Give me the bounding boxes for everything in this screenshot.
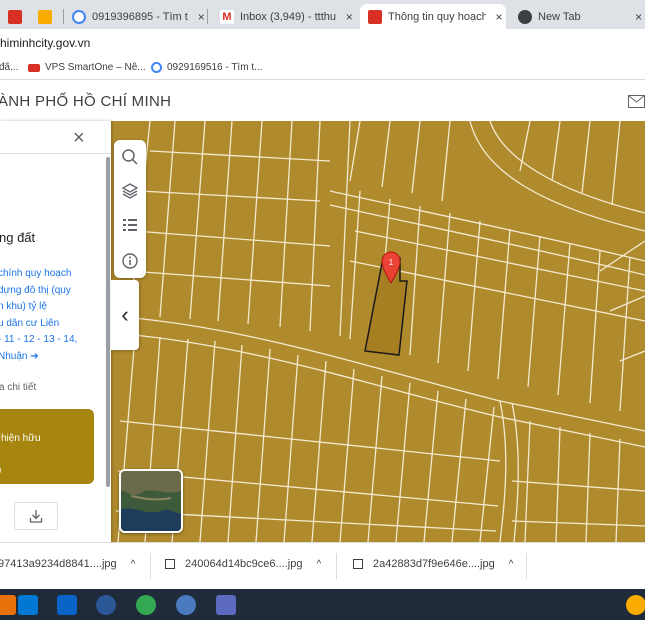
- planning-link-line[interactable]: - 11 - 12 - 13 - 14,: [0, 332, 102, 349]
- page-title: ÀNH PHỐ HỒ CHÍ MINH: [0, 93, 172, 110]
- image-file-icon: [353, 559, 363, 569]
- address-bar[interactable]: himinhcity.gov.vn: [0, 29, 645, 56]
- browser-app-icon[interactable]: [96, 595, 116, 615]
- search-button[interactable]: [114, 140, 146, 174]
- planning-link-line[interactable]: u dân cư Liên: [0, 316, 102, 333]
- weather-icon[interactable]: [626, 595, 645, 615]
- tab-gmail-inbox[interactable]: M Inbox (3,949) - ttthu.b ×: [214, 4, 356, 29]
- pinned-app-icon: [8, 9, 22, 24]
- download-button[interactable]: [14, 502, 58, 530]
- planning-link-line[interactable]: n khu) tỷ lệ: [0, 299, 102, 316]
- panel-divider: [0, 153, 111, 154]
- tab-close-icon[interactable]: ×: [632, 10, 645, 24]
- search-icon: [122, 149, 138, 165]
- url-text[interactable]: himinhcity.gov.vn: [0, 36, 90, 50]
- tab-close-icon[interactable]: ×: [342, 10, 356, 24]
- bookmark-item[interactable]: đã...: [0, 62, 18, 73]
- satellite-minimap[interactable]: [119, 469, 183, 533]
- satellite-thumbnail: [121, 471, 181, 531]
- download-shelf: 97413a9234d8841....jpg ^ 240064d14bc9ce6…: [0, 542, 645, 589]
- tab-planning-info[interactable]: Thông tin quy hoạch T ×: [360, 4, 506, 29]
- google-icon: [72, 9, 86, 24]
- status-sub: ): [0, 465, 1, 476]
- bookmark-label: 0929169516 - Tìm t...: [167, 62, 263, 73]
- download-icon: [29, 510, 43, 523]
- browser-window: 0919396895 - Tìm trên × M Inbox (3,949) …: [0, 0, 645, 620]
- taskbar: [0, 589, 645, 620]
- list-icon: [123, 219, 137, 231]
- download-filename: 240064d14bc9ce6....jpg: [185, 558, 303, 570]
- pinned-app-icon-2: [38, 9, 52, 24]
- panel-heading: ng đất: [0, 230, 36, 245]
- tab-new-tab[interactable]: New Tab ×: [510, 4, 645, 29]
- panel-scrollbar[interactable]: [106, 157, 110, 487]
- chevron-left-icon: ‹: [121, 302, 129, 327]
- google-icon: [151, 62, 162, 73]
- map-toolbar: [114, 140, 146, 278]
- planning-link-line[interactable]: dựng đô thị (quy: [0, 283, 102, 300]
- taskbar-app-icon[interactable]: [0, 595, 16, 615]
- mail-icon[interactable]: [628, 95, 645, 108]
- chevron-up-icon[interactable]: ^: [509, 559, 514, 570]
- site-icon: [368, 9, 382, 24]
- download-item[interactable]: 240064d14bc9ce6....jpg ^: [165, 558, 321, 570]
- chrome-icon: [518, 9, 532, 24]
- page-header: ÀNH PHỐ HỒ CHÍ MINH: [0, 81, 645, 121]
- chrome-app-icon[interactable]: [136, 595, 156, 615]
- tab-close-icon[interactable]: ×: [194, 10, 208, 24]
- bookmark-google[interactable]: 0929169516 - Tìm t...: [151, 62, 262, 73]
- planning-link-line[interactable]: Nhuận ➔: [0, 349, 102, 366]
- planning-link[interactable]: chính quy hoạch dựng đô thị (quy n khu) …: [0, 266, 102, 365]
- tab-google-search[interactable]: 0919396895 - Tìm trên ×: [66, 4, 208, 29]
- chevron-up-icon[interactable]: ^: [131, 559, 136, 570]
- tab-label: New Tab: [538, 10, 581, 23]
- download-filename: 97413a9234d8841....jpg: [0, 558, 117, 570]
- tab-strip: 0919396895 - Tìm trên × M Inbox (3,949) …: [0, 0, 645, 29]
- close-icon[interactable]: ×: [73, 128, 85, 148]
- bookmarks-bar: đã... VPS SmartOne – Nê... 0929169516 - …: [0, 56, 645, 80]
- legend-button[interactable]: [114, 208, 146, 242]
- land-status-card[interactable]: hiện hữu ): [0, 409, 94, 484]
- app-icon[interactable]: [176, 595, 196, 615]
- store-icon[interactable]: [18, 595, 38, 615]
- image-file-icon: [165, 559, 175, 569]
- chevron-up-icon[interactable]: ^: [316, 559, 321, 570]
- tab-label: Thông tin quy hoạch T: [388, 10, 486, 23]
- tab-label: 0919396895 - Tìm trên: [92, 10, 188, 23]
- layers-button[interactable]: [114, 174, 146, 208]
- vps-icon: [28, 63, 40, 72]
- tab-pinned[interactable]: [0, 4, 64, 29]
- collapse-panel-button[interactable]: ‹: [111, 280, 139, 350]
- planning-link-line[interactable]: chính quy hoạch: [0, 266, 102, 283]
- mail-app-icon[interactable]: [57, 595, 77, 615]
- download-item[interactable]: 2a42883d7f9e646e....jpg ^: [353, 558, 513, 570]
- tab-close-icon[interactable]: ×: [492, 10, 506, 24]
- detail-link[interactable]: a chi tiết: [0, 382, 36, 393]
- marker-label: 1: [389, 258, 394, 267]
- status-label: hiện hữu: [1, 433, 41, 444]
- calculator-icon[interactable]: [216, 595, 236, 615]
- info-panel: × ng đất chính quy hoạch dựng đô thị (qu…: [0, 121, 111, 542]
- info-icon: [122, 253, 138, 269]
- tab-label: Inbox (3,949) - ttthu.b: [240, 10, 337, 23]
- bookmark-label: VPS SmartOne – Nê...: [45, 62, 146, 73]
- layers-icon: [121, 183, 139, 199]
- bookmark-vps[interactable]: VPS SmartOne – Nê...: [28, 62, 146, 73]
- bookmark-label: đã...: [0, 62, 19, 73]
- gmail-icon: M: [220, 9, 234, 24]
- download-item[interactable]: 97413a9234d8841....jpg ^: [0, 558, 135, 570]
- info-button[interactable]: [114, 244, 146, 278]
- download-filename: 2a42883d7f9e646e....jpg: [373, 558, 495, 570]
